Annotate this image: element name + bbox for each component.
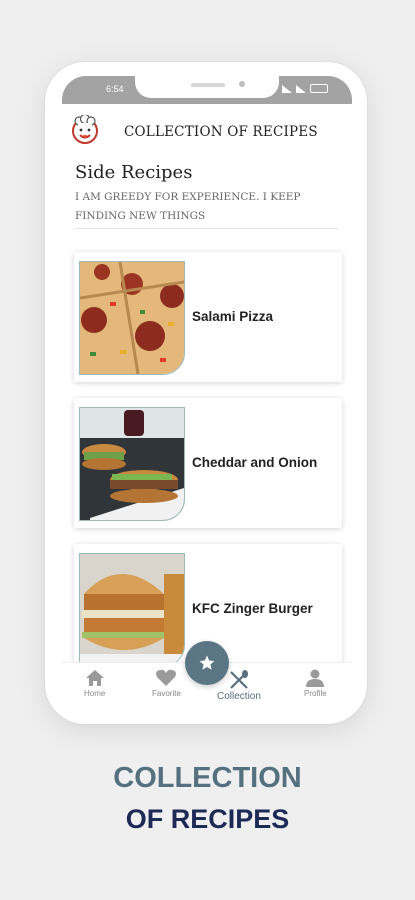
tagline-line1: COLLECTION <box>113 762 302 794</box>
status-icons <box>282 84 328 93</box>
phone-notch <box>135 76 279 98</box>
nav-home[interactable]: Home <box>84 669 105 698</box>
home-icon <box>85 670 104 686</box>
nav-profile-label: Profile <box>304 689 327 698</box>
app-title: COLLECTION OF RECIPES <box>124 124 318 140</box>
person-icon <box>306 669 325 687</box>
nav-profile[interactable]: Profile <box>304 669 327 698</box>
signal-icon <box>296 84 306 93</box>
recipe-card-cheddar-onion[interactable]: Cheddar and Onion <box>74 398 342 528</box>
chef-logo-icon <box>72 115 98 144</box>
recipe-card-salami-pizza[interactable]: Salami Pizza <box>74 252 342 382</box>
section-title: Side Recipes <box>75 162 193 183</box>
nav-collection-label: Collection <box>217 691 261 702</box>
recipe-name: Salami Pizza <box>192 309 274 324</box>
recipe-image-sandwich <box>79 407 185 521</box>
fork-knife-icon <box>230 670 248 689</box>
app-bar: COLLECTION OF RECIPES <box>62 104 352 152</box>
heart-icon <box>156 669 177 686</box>
recipe-image-burger <box>79 553 185 667</box>
recipe-name: Cheddar and Onion <box>192 455 318 470</box>
nav-favorite[interactable]: Favorite <box>152 669 181 698</box>
phone-frame: 6:54 COLLECTION OF RECIPES Side Recipes … <box>45 62 367 724</box>
tagline-line2: OF RECIPES <box>125 804 290 834</box>
app-screen: 6:54 COLLECTION OF RECIPES Side Recipes … <box>62 76 352 708</box>
recipe-image-pizza <box>79 261 185 375</box>
speaker-grille <box>191 83 225 87</box>
divider <box>75 228 339 229</box>
nav-home-label: Home <box>84 689 106 698</box>
star-icon <box>199 655 215 670</box>
wifi-icon <box>282 84 292 93</box>
section-subtitle: I AM GREEDY FOR EXPERIENCE. I KEEP FINDI… <box>75 191 301 222</box>
nav-favorite-label: Favorite <box>152 689 181 698</box>
camera-dot <box>239 81 245 87</box>
status-time: 6:54 <box>106 84 124 94</box>
battery-icon <box>310 84 328 93</box>
favorite-fab-button[interactable] <box>185 641 229 685</box>
